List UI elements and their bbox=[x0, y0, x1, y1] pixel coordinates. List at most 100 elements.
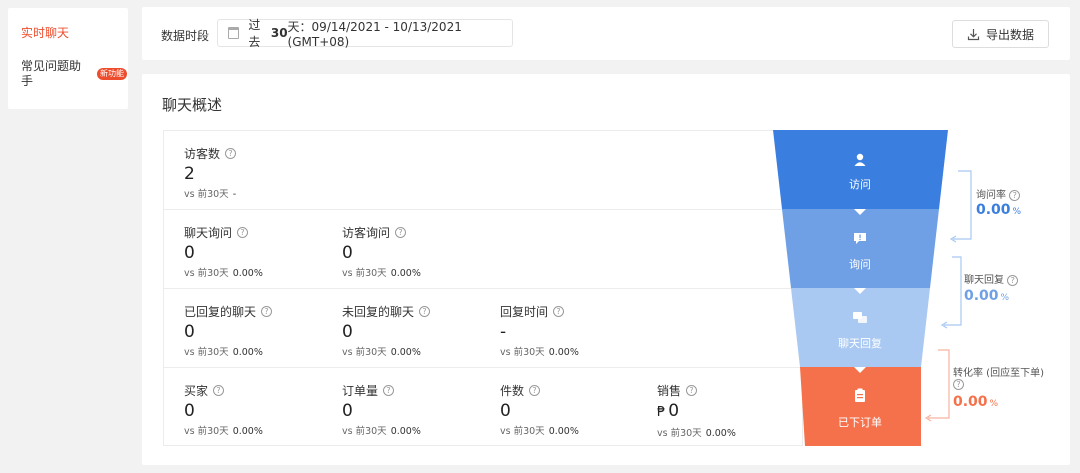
comparison-period: vs 前30天 bbox=[657, 428, 702, 439]
metric-value: 0 bbox=[184, 322, 195, 342]
reply-rate-text: 聊天回复 bbox=[964, 275, 1004, 286]
metric-value-row: 0 bbox=[184, 322, 272, 342]
funnel-stage-chat-reply bbox=[791, 288, 930, 367]
date-prefix: 过去 bbox=[248, 18, 261, 49]
metric-value-row: ₱ 0 bbox=[657, 401, 736, 423]
date-range-bar: 数据时段 过去 30 天：09/14/2021 - 10/13/2021 (GMT+… bbox=[142, 7, 1070, 60]
metric-value-row: - bbox=[500, 322, 579, 342]
reply-rate-value: 0.00% bbox=[964, 288, 1009, 304]
metrics-table: 访客数? 2 vs 前30天 - 聊天询问? 0 vs 前30天 0.00% 访客询问? 0 vs … bbox=[163, 130, 803, 446]
metric-label: 访客数 bbox=[184, 147, 221, 161]
metric-value-row: 0 bbox=[342, 322, 430, 342]
help-icon[interactable]: ? bbox=[686, 385, 698, 396]
metric-label: 已回复的聊天 bbox=[184, 305, 257, 319]
metric-value-row: 2 bbox=[184, 164, 236, 184]
metric-label: 访客询问 bbox=[342, 226, 391, 240]
date-range-text: 天：09/14/2021 - 10/13/2021 (GMT+08) bbox=[287, 19, 462, 49]
date-range-picker[interactable]: 过去 30 天：09/14/2021 - 10/13/2021 (GMT+08) bbox=[217, 18, 513, 49]
metrics-row: 已回复的聊天? 0 vs 前30天 0.00% 未回复的聊天? 0 vs 前30天 0.00%… bbox=[164, 289, 802, 368]
date-days: 30 bbox=[270, 26, 288, 40]
metric-value: 0 bbox=[342, 401, 353, 421]
comparison-value: 0.00% bbox=[232, 426, 263, 437]
help-icon[interactable]: ? bbox=[953, 379, 964, 390]
funnel-chart: 访问 询问 聊天回复 已下订单 询问率 ? 0.00% 聊天回复 ? 0.00%… bbox=[772, 130, 1070, 446]
comparison-value: 0.00% bbox=[705, 428, 736, 439]
metric-label: 未回复的聊天 bbox=[342, 305, 415, 319]
inquiry-rate-unit: % bbox=[1012, 207, 1022, 217]
help-icon[interactable]: ? bbox=[1007, 275, 1019, 286]
funnel-stage-visit bbox=[773, 130, 948, 209]
metric-label: 回复时间 bbox=[500, 305, 549, 319]
metric-comparison: vs 前30天 - bbox=[184, 186, 236, 200]
metric-value: 0 bbox=[342, 322, 353, 342]
conversion-rate-text: 转化率 (回应至下单) bbox=[953, 368, 1044, 379]
help-icon[interactable]: ? bbox=[419, 306, 431, 317]
chat-overview-card: 聊天概述 访客数? 2 vs 前30天 - 聊天询问? 0 vs 前30天 0.00% 访客询问… bbox=[142, 74, 1070, 465]
help-icon[interactable]: ? bbox=[237, 227, 249, 238]
help-icon[interactable]: ? bbox=[261, 306, 273, 317]
currency-symbol: ₱ bbox=[657, 405, 666, 420]
metric-value: 0 bbox=[668, 401, 680, 421]
metrics-row: 买家? 0 vs 前30天 0.00% 订单量? 0 vs 前30天 0.00% 件数? 0 vs … bbox=[164, 368, 802, 447]
help-icon[interactable]: ? bbox=[225, 148, 237, 159]
comparison-value: 0.00% bbox=[390, 268, 421, 279]
metric-cell: 件数? 0 vs 前30天 0.00% bbox=[500, 382, 579, 437]
metric-comparison: vs 前30天 0.00% bbox=[184, 265, 263, 279]
metric-value: 0 bbox=[184, 401, 195, 421]
metric-label-row: 访客询问? bbox=[342, 224, 421, 241]
comparison-period: vs 前30天 bbox=[184, 189, 229, 200]
metric-cell: 聊天询问? 0 vs 前30天 0.00% bbox=[184, 224, 263, 279]
help-icon[interactable]: ? bbox=[1009, 190, 1021, 201]
metric-value: - bbox=[500, 322, 507, 342]
conversion-rate-number: 0.00 bbox=[953, 394, 988, 410]
clipboard-icon bbox=[855, 388, 865, 402]
download-icon bbox=[967, 28, 980, 40]
metrics-row: 聊天询问? 0 vs 前30天 0.00% 访客询问? 0 vs 前30天 0.00% bbox=[164, 210, 802, 289]
metric-label: 订单量 bbox=[342, 384, 379, 398]
inquiry-rate-value: 0.00% bbox=[976, 202, 1021, 218]
metric-value: 0 bbox=[500, 401, 511, 421]
help-icon[interactable]: ? bbox=[213, 385, 225, 396]
conversion-rate-label: 转化率 (回应至下单) bbox=[953, 364, 1044, 379]
metric-label: 聊天询问 bbox=[184, 226, 233, 240]
help-icon[interactable]: ? bbox=[395, 227, 407, 238]
metric-label-row: 聊天询问? bbox=[184, 224, 263, 241]
comparison-value: 0.00% bbox=[548, 347, 579, 358]
comparison-period: vs 前30天 bbox=[184, 347, 229, 358]
metrics-row: 访客数? 2 vs 前30天 - bbox=[164, 131, 802, 210]
comparison-value: - bbox=[232, 189, 237, 200]
funnel-svg: 访问 询问 聊天回复 已下订单 bbox=[773, 130, 972, 446]
sidebar: 实时聊天 常见问题助手 新功能 bbox=[8, 8, 128, 109]
help-icon[interactable]: ? bbox=[529, 385, 541, 396]
export-data-button[interactable]: 导出数据 bbox=[952, 20, 1049, 48]
inquiry-rate-label: 询问率 ? bbox=[976, 186, 1021, 201]
funnel-label-inquiry: 询问 bbox=[849, 258, 871, 271]
metric-cell: 访客数? 2 vs 前30天 - bbox=[184, 145, 236, 200]
comparison-period: vs 前30天 bbox=[500, 347, 545, 358]
comparison-period: vs 前30天 bbox=[342, 426, 387, 437]
metric-value-row: 0 bbox=[342, 243, 421, 263]
metric-label: 买家 bbox=[184, 384, 209, 398]
help-icon[interactable]: ? bbox=[553, 306, 565, 317]
metric-label-row: 回复时间? bbox=[500, 303, 579, 320]
comparison-period: vs 前30天 bbox=[184, 426, 229, 437]
metric-comparison: vs 前30天 0.00% bbox=[657, 425, 736, 439]
metric-comparison: vs 前30天 0.00% bbox=[184, 344, 272, 358]
conversion-rate-value: 0.00% bbox=[953, 394, 998, 410]
metric-cell: 未回复的聊天? 0 vs 前30天 0.00% bbox=[342, 303, 431, 358]
help-icon[interactable]: ? bbox=[383, 385, 395, 396]
metric-comparison: vs 前30天 0.00% bbox=[500, 344, 579, 358]
metric-comparison: vs 前30天 0.00% bbox=[342, 423, 421, 437]
comparison-value: 0.00% bbox=[390, 347, 421, 358]
sidebar-item-live-chat[interactable]: 实时聊天 bbox=[21, 26, 69, 41]
conversion-rate-unit: % bbox=[989, 399, 999, 409]
funnel-label-chat-reply: 聊天回复 bbox=[838, 336, 882, 350]
metric-value: 0 bbox=[342, 243, 353, 263]
funnel-label-visit: 访问 bbox=[849, 178, 871, 191]
sidebar-item-faq-assistant[interactable]: 常见问题助手 bbox=[21, 59, 87, 89]
rate-bracket-3 bbox=[928, 349, 950, 419]
metric-label-row: 订单量? bbox=[342, 382, 421, 399]
metric-value-row: 0 bbox=[500, 401, 579, 421]
metric-label-row: 已回复的聊天? bbox=[184, 303, 273, 320]
metric-value: 0 bbox=[184, 243, 195, 263]
